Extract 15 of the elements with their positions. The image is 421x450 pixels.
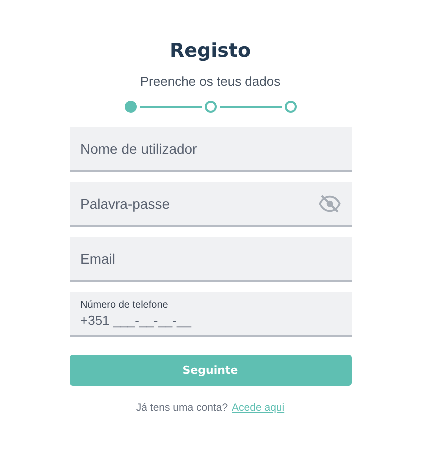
text-field[interactable]: Nome de utilizador [70,127,352,172]
next-button[interactable]: Seguinte [70,355,352,386]
subtitle: Preenche os teus dados [140,74,281,89]
field-value: +351 ___-__-__-__ [80,312,192,328]
text-input[interactable]: Email [80,250,340,266]
footer-text: Já tens uma conta? [136,402,228,414]
password-input[interactable]: Palavra-passe [80,196,318,212]
text-field[interactable]: Email [70,237,352,282]
login-link[interactable]: Acede aqui [232,402,285,414]
page-title: Registo [170,40,252,62]
field-label: Número de telefone [80,300,168,310]
phone-field[interactable]: Número de telefone +351 ___-__-__-__ [70,292,352,337]
password-field[interactable]: Palavra-passe [70,182,352,227]
eye-slash-icon[interactable] [318,194,340,212]
text-input[interactable]: Nome de utilizador [80,140,340,156]
